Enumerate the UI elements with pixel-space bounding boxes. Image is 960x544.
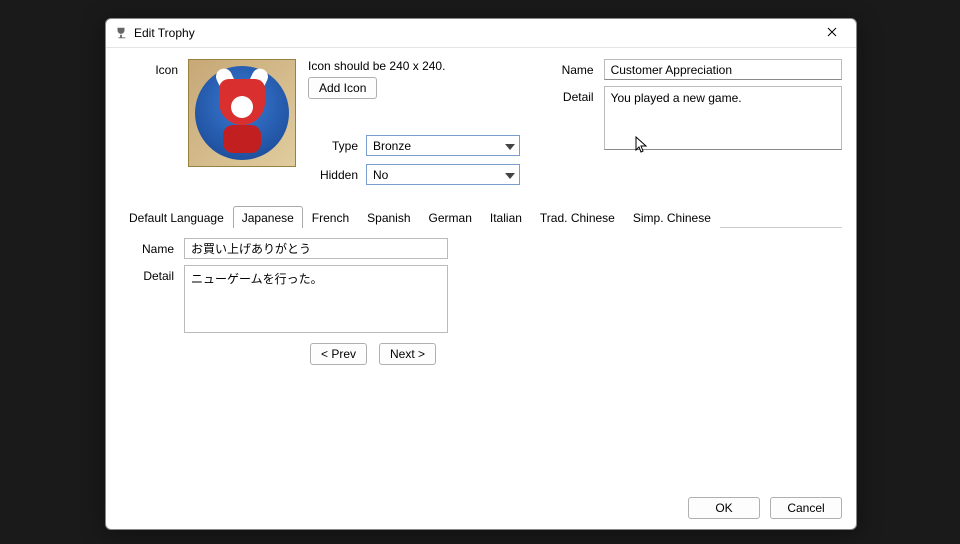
close-icon	[827, 26, 837, 40]
localized-detail-label: Detail	[120, 265, 184, 333]
localized-detail-field[interactable]: ニューゲームを行った。	[184, 265, 448, 333]
edit-trophy-window: Edit Trophy Icon Icon should	[105, 18, 857, 530]
tab-italian[interactable]: Italian	[481, 206, 531, 228]
chevron-down-icon	[505, 139, 515, 153]
window-title: Edit Trophy	[134, 26, 195, 40]
add-icon-button[interactable]: Add Icon	[308, 77, 377, 99]
chevron-down-icon	[505, 168, 515, 182]
ok-button[interactable]: OK	[688, 497, 760, 519]
name-label: Name	[550, 59, 604, 80]
close-button[interactable]	[816, 19, 848, 47]
titlebar: Edit Trophy	[106, 19, 856, 48]
localized-name-label: Name	[120, 238, 184, 259]
hidden-label: Hidden	[308, 168, 366, 182]
trophy-icon-preview	[188, 59, 296, 167]
type-select[interactable]: Bronze	[366, 135, 520, 156]
icon-label: Icon	[120, 59, 188, 185]
tab-german[interactable]: German	[420, 206, 481, 228]
localized-name-field[interactable]	[184, 238, 448, 259]
app-icon	[114, 26, 128, 40]
tab-japanese[interactable]: Japanese	[233, 206, 303, 228]
tab-french[interactable]: French	[303, 206, 358, 228]
hidden-value: No	[373, 168, 388, 182]
tab-spanish[interactable]: Spanish	[358, 206, 419, 228]
detail-label: Detail	[550, 86, 604, 150]
tab-trad-chinese[interactable]: Trad. Chinese	[531, 206, 624, 228]
type-label: Type	[308, 139, 366, 153]
detail-field[interactable]: You played a new game.	[604, 86, 842, 150]
tab-simp-chinese[interactable]: Simp. Chinese	[624, 206, 720, 228]
icon-size-hint: Icon should be 240 x 240.	[308, 59, 520, 73]
tab-default-language[interactable]: Default Language	[120, 206, 233, 228]
hidden-select[interactable]: No	[366, 164, 520, 185]
prev-button[interactable]: < Prev	[310, 343, 367, 365]
language-tabs: Default Language Japanese French Spanish…	[120, 205, 842, 228]
cancel-button[interactable]: Cancel	[770, 497, 842, 519]
type-value: Bronze	[373, 139, 411, 153]
next-button[interactable]: Next >	[379, 343, 436, 365]
name-field[interactable]	[604, 59, 842, 80]
